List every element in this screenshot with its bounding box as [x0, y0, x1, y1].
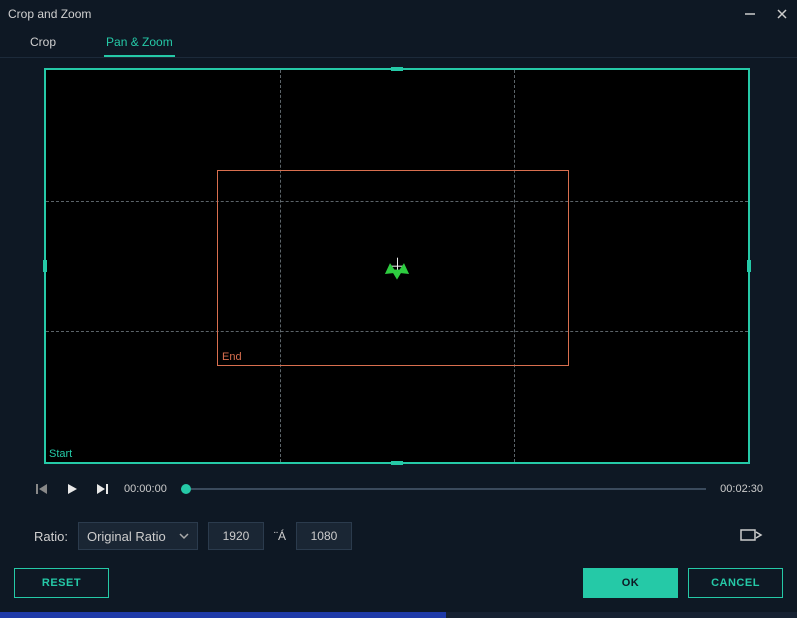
start-frame-label: Start	[49, 448, 72, 460]
timeline-slider[interactable]	[181, 481, 706, 497]
window-title: Crop and Zoom	[8, 7, 91, 21]
bottom-accent-bar	[0, 612, 797, 618]
height-input[interactable]: 1080	[296, 522, 352, 550]
step-forward-button[interactable]	[94, 481, 110, 497]
tab-crop[interactable]: Crop	[28, 29, 58, 57]
height-value: 1080	[311, 529, 338, 543]
title-bar: Crop and Zoom	[0, 0, 797, 28]
ratio-label: Ratio:	[34, 529, 68, 544]
crop-handle-corner[interactable]	[44, 68, 54, 78]
timeline-thumb[interactable]	[181, 484, 191, 494]
reset-button[interactable]: RESET	[14, 568, 109, 598]
crop-handle-corner[interactable]	[740, 68, 750, 78]
total-time: 00:02:30	[720, 483, 763, 495]
minimize-button[interactable]	[743, 7, 757, 21]
ratio-selected-value: Original Ratio	[87, 529, 166, 544]
tab-bar: Crop Pan & Zoom	[0, 28, 797, 58]
ratio-select[interactable]: Original Ratio	[78, 522, 198, 550]
end-frame-label: End	[222, 351, 242, 363]
width-value: 1920	[223, 529, 250, 543]
width-input[interactable]: 1920	[208, 522, 264, 550]
swap-dimensions-button[interactable]	[739, 527, 763, 545]
crop-handle-edge[interactable]	[43, 260, 47, 272]
crop-handle-corner[interactable]	[740, 454, 750, 464]
current-time: 00:00:00	[124, 483, 167, 495]
chevron-down-icon	[179, 529, 189, 544]
ratio-controls: Ratio: Original Ratio 1920 ¨Á 1080	[0, 504, 797, 550]
dialog-footer: RESET OK CANCEL	[0, 550, 797, 598]
ok-button[interactable]: OK	[583, 568, 678, 598]
step-back-button[interactable]	[34, 481, 50, 497]
crop-handle-edge[interactable]	[391, 461, 403, 465]
play-button[interactable]	[64, 481, 80, 497]
crop-handle-edge[interactable]	[747, 260, 751, 272]
dimension-separator: ¨Á	[274, 529, 286, 543]
crop-handle-edge[interactable]	[391, 67, 403, 71]
tab-pan-and-zoom[interactable]: Pan & Zoom	[104, 29, 175, 57]
close-button[interactable]	[775, 7, 789, 21]
playback-bar: 00:00:00 00:02:30	[0, 464, 797, 504]
center-marker	[389, 258, 405, 274]
cancel-button[interactable]: CANCEL	[688, 568, 783, 598]
preview-canvas[interactable]: End Start	[44, 68, 750, 464]
